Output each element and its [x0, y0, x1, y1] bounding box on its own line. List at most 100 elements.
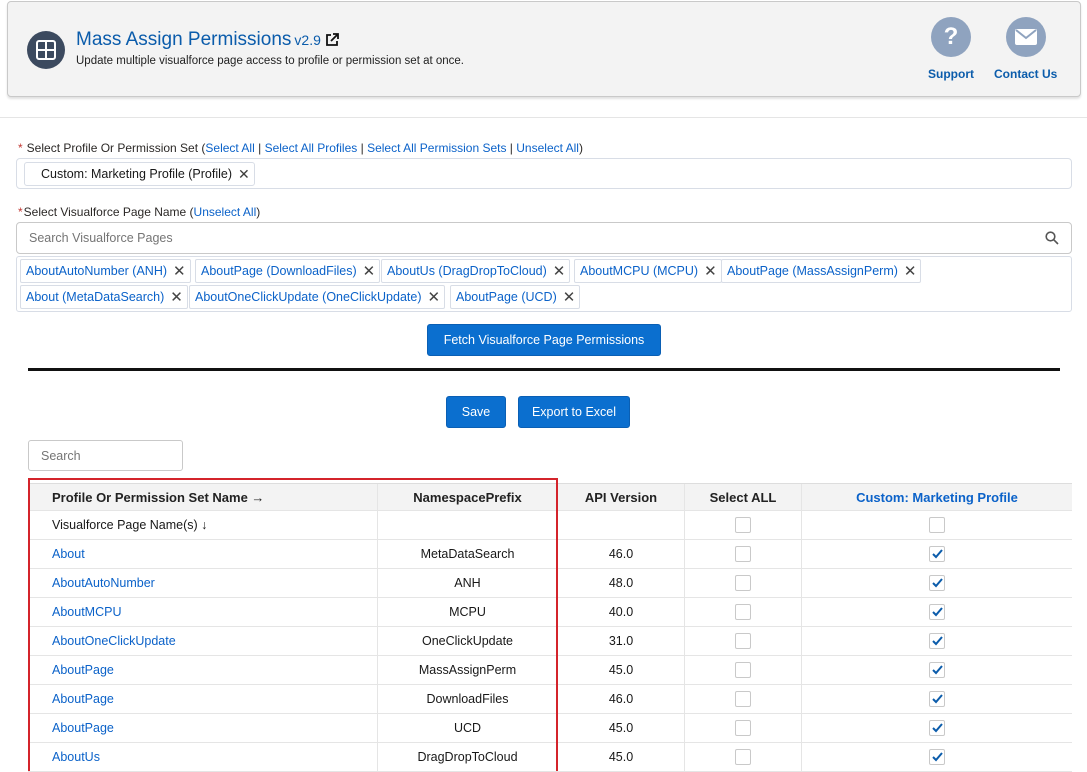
- contact-us-label[interactable]: Contact Us: [994, 67, 1057, 81]
- marketing-permission-checkbox[interactable]: [929, 749, 945, 765]
- vf-page-name-link[interactable]: AboutOneClickUpdate: [52, 634, 176, 648]
- vf-pill-label[interactable]: AboutOneClickUpdate (OneClickUpdate): [195, 290, 422, 304]
- search-icon[interactable]: [1045, 231, 1059, 248]
- table-row: AboutUs DragDropToCloud 45.0: [28, 743, 1072, 772]
- vf-page-name-link[interactable]: AboutPage: [52, 721, 114, 735]
- app-subtitle: Update multiple visualforce page access …: [76, 55, 465, 67]
- vf-page-name-cell: AboutUs: [28, 743, 377, 771]
- row-select-all-checkbox[interactable]: [735, 575, 751, 591]
- remove-pill-icon[interactable]: ✕: [428, 288, 441, 306]
- app-header: Mass Assign Permissions v2.9 Update multi…: [7, 1, 1081, 97]
- select-all-profiles-link[interactable]: Select All Profiles: [265, 141, 358, 155]
- row-select-all-checkbox[interactable]: [735, 720, 751, 736]
- row-select-all-checkbox[interactable]: [735, 749, 751, 765]
- vf-page-name-cell: AboutPage: [28, 685, 377, 713]
- vf-pill-label[interactable]: AboutPage (MassAssignPerm): [727, 264, 898, 278]
- row-select-all-checkbox[interactable]: [735, 546, 751, 562]
- app-grid-icon: [27, 31, 65, 69]
- vf-page-name-link[interactable]: AboutAutoNumber: [52, 576, 155, 590]
- remove-pill-icon[interactable]: ✕: [904, 262, 917, 280]
- profile-pill-container[interactable]: Custom: Marketing Profile (Profile) ✕: [16, 158, 1072, 189]
- external-link-icon[interactable]: [325, 31, 339, 53]
- envelope-icon[interactable]: [1005, 17, 1046, 57]
- table-row: About MetaDataSearch 46.0: [28, 540, 1072, 569]
- marketing-permission-checkbox[interactable]: [929, 546, 945, 562]
- table-search-input[interactable]: [28, 440, 183, 471]
- row-select-all-checkbox[interactable]: [735, 633, 751, 649]
- vf-pill[interactable]: About (MetaDataSearch) ✕: [20, 285, 188, 309]
- select-all-cell: [684, 627, 801, 655]
- vf-pill-label[interactable]: About (MetaDataSearch): [26, 290, 164, 304]
- vf-pill-label[interactable]: AboutUs (DragDropToCloud): [387, 264, 547, 278]
- question-mark-icon[interactable]: ?: [931, 17, 971, 57]
- marketing-profile-cell: [801, 685, 1072, 713]
- remove-pill-icon[interactable]: ✕: [563, 288, 576, 306]
- vf-page-name-link[interactable]: About: [52, 547, 85, 561]
- row-select-all-checkbox[interactable]: [735, 604, 751, 620]
- close-paren: ): [578, 141, 583, 155]
- remove-pill-icon[interactable]: ✕: [170, 288, 183, 306]
- vf-page-name-link[interactable]: AboutUs: [52, 750, 100, 764]
- vf-search-input[interactable]: [16, 222, 1072, 254]
- remove-pill-icon[interactable]: ✕: [238, 166, 250, 183]
- row-select-all-checkbox[interactable]: [735, 691, 751, 707]
- table-row: AboutPage MassAssignPerm 45.0: [28, 656, 1072, 685]
- vf-page-name-link[interactable]: AboutPage: [52, 663, 114, 677]
- support-label[interactable]: Support: [928, 67, 974, 81]
- vf-page-name-link[interactable]: AboutMCPU: [52, 605, 121, 619]
- select-all-marketing-checkbox[interactable]: [929, 517, 945, 533]
- table-header-row: Profile Or Permission Set Name → Namespa…: [28, 483, 1072, 511]
- api-version-cell: 31.0: [557, 627, 684, 655]
- save-button[interactable]: Save: [446, 396, 506, 428]
- vf-pill[interactable]: AboutPage (DownloadFiles) ✕: [195, 259, 381, 283]
- vf-page-name-link[interactable]: AboutPage: [52, 692, 114, 706]
- namespace-cell: MassAssignPerm: [377, 656, 557, 684]
- marketing-permission-checkbox[interactable]: [929, 662, 945, 678]
- vf-pill[interactable]: AboutAutoNumber (ANH) ✕: [20, 259, 191, 283]
- unselect-all-profiles-link[interactable]: Unselect All: [516, 141, 579, 155]
- section-divider: [0, 117, 1087, 118]
- marketing-permission-checkbox[interactable]: [929, 691, 945, 707]
- unselect-all-vf-link[interactable]: Unselect All: [194, 205, 257, 219]
- marketing-permission-checkbox[interactable]: [929, 575, 945, 591]
- support-link[interactable]: ? Support: [928, 17, 974, 81]
- vf-pill[interactable]: AboutOneClickUpdate (OneClickUpdate) ✕: [189, 285, 446, 309]
- column-header-profile[interactable]: Profile Or Permission Set Name →: [28, 484, 377, 510]
- remove-pill-icon[interactable]: ✕: [363, 262, 376, 280]
- profile-pill[interactable]: Custom: Marketing Profile (Profile) ✕: [24, 162, 255, 186]
- fetch-permissions-button[interactable]: Fetch Visualforce Page Permissions: [427, 324, 661, 356]
- column-header-api-version[interactable]: API Version: [557, 484, 684, 510]
- vf-pill-label[interactable]: AboutAutoNumber (ANH): [26, 264, 167, 278]
- namespace-cell: MetaDataSearch: [377, 540, 557, 568]
- api-version-cell: 45.0: [557, 656, 684, 684]
- vf-pill[interactable]: AboutPage (MassAssignPerm) ✕: [721, 259, 922, 283]
- export-to-excel-button[interactable]: Export to Excel: [518, 396, 630, 428]
- column-header-namespace[interactable]: NamespacePrefix: [377, 484, 557, 510]
- remove-pill-icon[interactable]: ✕: [173, 262, 186, 280]
- remove-pill-icon[interactable]: ✕: [704, 262, 717, 280]
- select-all-link[interactable]: Select All: [205, 141, 254, 155]
- vf-pill[interactable]: AboutUs (DragDropToCloud) ✕: [381, 259, 571, 283]
- vf-pill[interactable]: AboutPage (UCD) ✕: [450, 285, 581, 309]
- select-all-cell: [684, 656, 801, 684]
- api-version-cell: 45.0: [557, 743, 684, 771]
- marketing-permission-checkbox[interactable]: [929, 604, 945, 620]
- column-header-marketing-profile[interactable]: Custom: Marketing Profile: [801, 484, 1072, 510]
- contact-us-link[interactable]: Contact Us: [994, 17, 1057, 81]
- select-all-permission-sets-link[interactable]: Select All Permission Sets: [367, 141, 506, 155]
- row-select-all-checkbox[interactable]: [735, 662, 751, 678]
- app-version: v2.9: [294, 32, 321, 48]
- table-row: AboutOneClickUpdate OneClickUpdate 31.0: [28, 627, 1072, 656]
- profile-select-label: * Select Profile Or Permission Set (Selec…: [18, 141, 583, 155]
- marketing-permission-checkbox[interactable]: [929, 720, 945, 736]
- vf-pill-label[interactable]: AboutMCPU (MCPU): [580, 264, 698, 278]
- select-all-cell: [684, 714, 801, 742]
- separator: |: [357, 141, 368, 155]
- vf-pill-label[interactable]: AboutPage (UCD): [456, 290, 557, 304]
- select-all-checkbox[interactable]: [735, 517, 751, 533]
- remove-pill-icon[interactable]: ✕: [553, 262, 566, 280]
- marketing-permission-checkbox[interactable]: [929, 633, 945, 649]
- vf-pill[interactable]: AboutMCPU (MCPU) ✕: [574, 259, 722, 283]
- vf-pill-label[interactable]: AboutPage (DownloadFiles): [201, 264, 357, 278]
- table-row: AboutMCPU MCPU 40.0: [28, 598, 1072, 627]
